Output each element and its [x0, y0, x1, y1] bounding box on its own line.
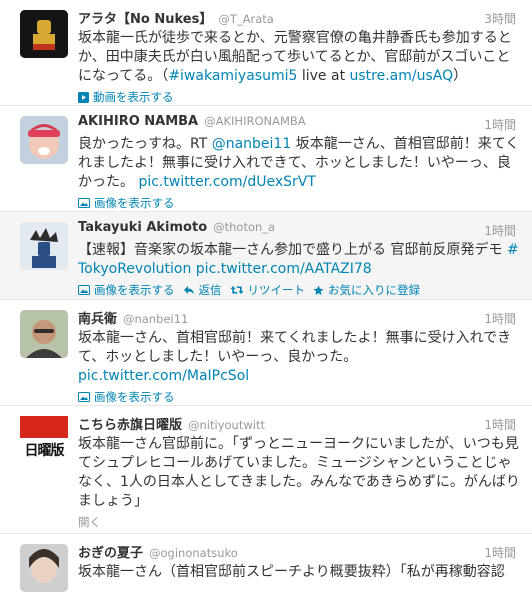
timestamp[interactable]: 3時間	[484, 10, 516, 27]
username[interactable]: @nanbei11	[123, 312, 188, 326]
star-icon	[313, 285, 324, 295]
username[interactable]: @AKIHIRONAMBA	[204, 114, 306, 128]
avatar[interactable]	[20, 310, 68, 358]
tweet-item[interactable]: 南兵衛 @nanbei11 1時間 坂本龍一さん、首相官邸前！来てくれましたよ！…	[0, 300, 532, 406]
username[interactable]: @nitiyoutwitt	[188, 418, 265, 432]
tweet-item[interactable]: Takayuki Akimoto @thoton_a 1時間 【速報】音楽家の坂…	[0, 212, 532, 300]
hashtag-link[interactable]: #iwakamiyasumi5	[168, 68, 297, 84]
tweet-text: 【速報】音楽家の坂本龍一さん参加で盛り上がる 官邸前反原発デモ #TokyoRe…	[78, 242, 519, 277]
reply-icon	[183, 286, 194, 294]
avatar[interactable]	[20, 222, 68, 270]
photo-icon	[78, 285, 90, 295]
show-image-button[interactable]: 画像を表示する	[78, 389, 175, 405]
tweet-text: 坂本龍一氏が徒歩で来るとか、元警察官僚の亀井静香氏も参加するとか、田中康夫氏が白…	[78, 30, 512, 84]
reply-button[interactable]: 返信	[183, 282, 222, 298]
avatar[interactable]	[20, 544, 68, 592]
tweet-item[interactable]: おぎの夏子 @oginonatsuko 1時間 坂本龍一さん（首相官邸前スピーチ…	[0, 534, 532, 600]
timestamp[interactable]: 1時間	[484, 310, 516, 327]
username[interactable]: @oginonatsuko	[149, 546, 238, 560]
mention-link[interactable]: @nanbei11	[212, 136, 292, 152]
tweet-text: 良かったっすね。RT @nanbei11 坂本龍一さん、首相官邸前！来てくれまし…	[78, 136, 520, 190]
url-link[interactable]: pic.twitter.com/MaIPcSol	[78, 368, 249, 384]
timestamp[interactable]: 1時間	[484, 222, 516, 239]
tweet-text: 坂本龍一さん（首相官邸前スピーチより概要抜粋）「私が再稼動容認	[78, 564, 505, 580]
display-name[interactable]: Takayuki Akimoto	[78, 220, 207, 235]
avatar[interactable]	[20, 116, 68, 164]
timestamp[interactable]: 1時間	[484, 416, 516, 433]
favorite-button[interactable]: お気に入りに登録	[313, 282, 420, 298]
avatar[interactable]	[20, 10, 68, 58]
photo-icon	[78, 392, 90, 402]
username[interactable]: @T_Arata	[218, 12, 273, 26]
retweet-button[interactable]: リツイート	[230, 282, 305, 298]
timeline: アラタ【No Nukes】 @T_Arata 3時間 坂本龍一氏が徒歩で来るとか…	[0, 0, 532, 600]
show-image-button[interactable]: 画像を表示する	[78, 195, 175, 211]
avatar[interactable]: 日曜版	[20, 416, 68, 464]
username[interactable]: @thoton_a	[213, 220, 275, 234]
tweet-item[interactable]: 日曜版 こちら赤旗日曜版 @nitiyoutwitt 1時間 坂本龍一さん官邸前…	[0, 406, 532, 534]
display-name[interactable]: アラタ【No Nukes】	[78, 8, 212, 27]
url-link[interactable]: pic.twitter.com/AATAZI78	[196, 261, 372, 277]
retweet-icon	[230, 286, 243, 294]
display-name[interactable]: おぎの夏子	[78, 542, 143, 561]
video-icon	[78, 91, 89, 103]
avatar-logo-text: 日曜版	[24, 443, 65, 459]
expand-button[interactable]: 開く	[78, 514, 101, 530]
display-name[interactable]: こちら赤旗日曜版	[78, 414, 182, 433]
url-link[interactable]: pic.twitter.com/dUexSrVT	[138, 174, 315, 190]
show-image-button[interactable]: 画像を表示する	[78, 282, 175, 298]
tweet-item[interactable]: AKIHIRO NAMBA @AKIHIRONAMBA 1時間 良かったっすね。…	[0, 106, 532, 212]
photo-icon	[78, 198, 90, 208]
avatar-image	[20, 222, 68, 270]
tweet-text: 坂本龍一さん、首相官邸前！来てくれましたよ！無事に受け入れできて、ホッとしました…	[78, 330, 512, 384]
timestamp[interactable]: 1時間	[484, 116, 516, 133]
show-video-button[interactable]: 動画を表示する	[78, 89, 174, 105]
avatar-image	[20, 310, 68, 358]
tweet-item[interactable]: アラタ【No Nukes】 @T_Arata 3時間 坂本龍一氏が徒歩で来るとか…	[0, 0, 532, 106]
url-link[interactable]: ustre.am/usAQ	[350, 68, 454, 84]
tweet-text: 坂本龍一さん官邸前に。「ずっとニューヨークにいましたが、いつも見てシュプレヒコー…	[78, 436, 520, 509]
avatar-image	[20, 116, 68, 164]
avatar-image	[20, 544, 68, 592]
timestamp[interactable]: 1時間	[484, 544, 516, 561]
display-name[interactable]: 南兵衛	[78, 308, 117, 327]
avatar-image	[20, 10, 68, 58]
display-name[interactable]: AKIHIRO NAMBA	[78, 114, 198, 129]
